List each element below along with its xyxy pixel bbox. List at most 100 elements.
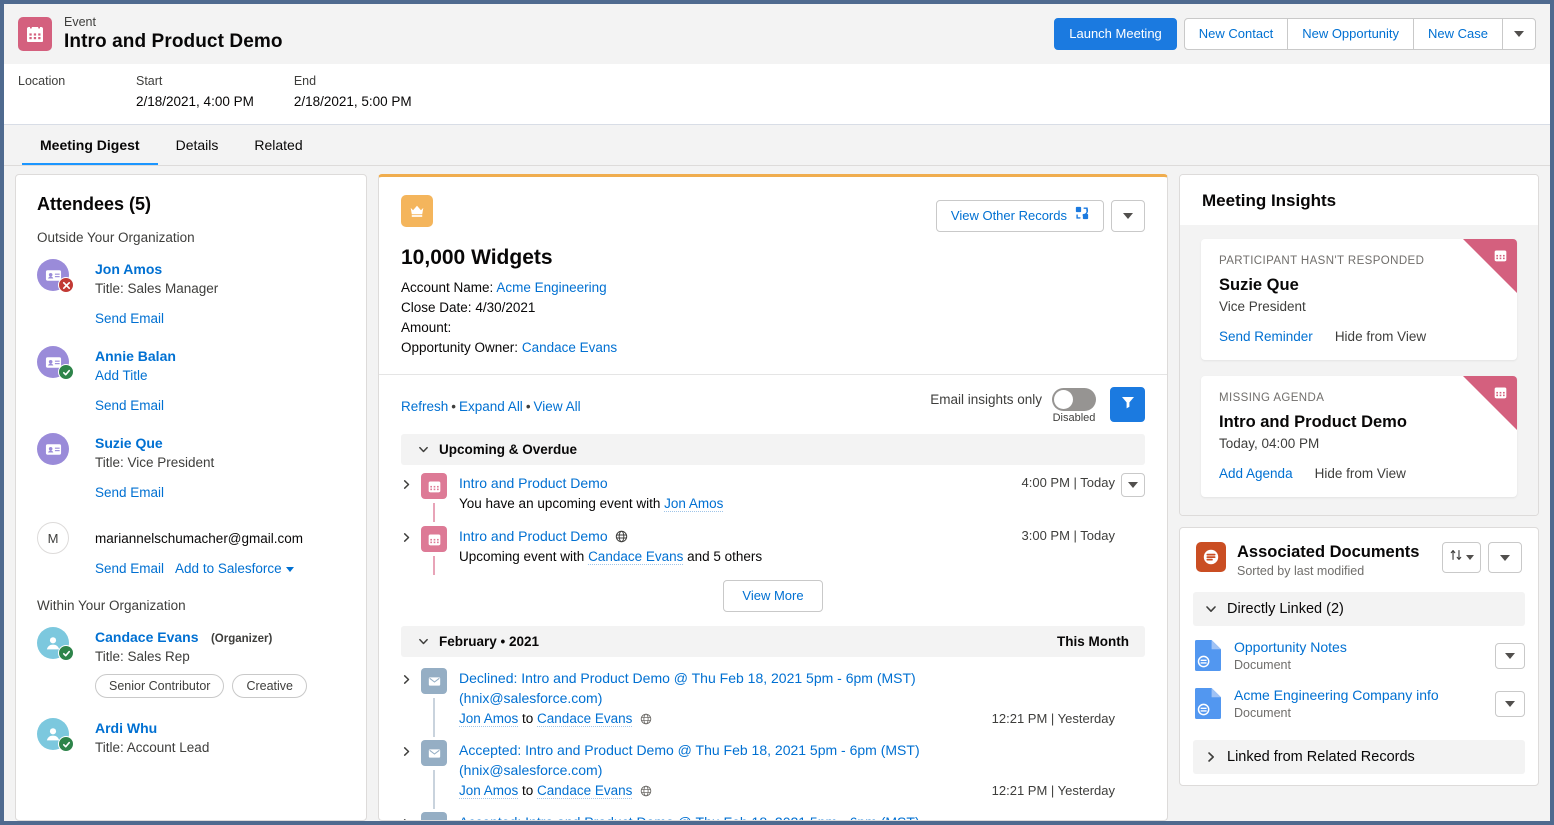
pill-senior-contributor[interactable]: Senior Contributor bbox=[95, 674, 224, 698]
insight-title: Suzie Que bbox=[1219, 273, 1499, 297]
meeting-insights-body: PARTICIPANT HASN'T RESPONDED Suzie Que V… bbox=[1180, 225, 1538, 515]
timeline-subtitle: You have an upcoming event with Jon Amos bbox=[459, 493, 1014, 514]
recipient-link[interactable]: Candace Evans bbox=[537, 711, 632, 727]
timeline-section-february[interactable]: February • 2021 This Month bbox=[401, 626, 1145, 657]
pill-creative[interactable]: Creative bbox=[232, 674, 307, 698]
opportunity-owner-link[interactable]: Candace Evans bbox=[522, 340, 617, 355]
timeline-timestamp: 3:00 PM | Today bbox=[1022, 526, 1115, 546]
attendees-title: Attendees (5) bbox=[37, 192, 345, 216]
view-more-row: View More bbox=[379, 567, 1167, 626]
expand-row-button[interactable] bbox=[401, 740, 421, 801]
timeline-timestamp: 4:00 PM | Today bbox=[1022, 473, 1115, 493]
attendee-row: Annie Balan Add Title Send Email bbox=[37, 338, 345, 415]
timeline-icon-column bbox=[421, 473, 459, 514]
related-person-link[interactable]: Candace Evans bbox=[588, 549, 683, 565]
send-reminder-link[interactable]: Send Reminder bbox=[1219, 329, 1313, 344]
view-more-button[interactable]: View More bbox=[723, 580, 822, 612]
activity-links: Refresh•Expand All•View All bbox=[401, 399, 930, 414]
field-label: Opportunity Owner: bbox=[401, 340, 518, 355]
hide-from-view-link[interactable]: Hide from View bbox=[1315, 466, 1406, 481]
timeline-row-menu-button[interactable] bbox=[1121, 473, 1145, 497]
documents-section-directly-linked[interactable]: Directly Linked (2) bbox=[1193, 592, 1525, 626]
field-label: End bbox=[294, 72, 412, 91]
record-switch-icon bbox=[1075, 201, 1089, 231]
toggle-switch[interactable] bbox=[1052, 388, 1096, 411]
new-opportunity-button[interactable]: New Opportunity bbox=[1287, 18, 1414, 50]
timeline-body: Intro and Product Demo Upcoming event w bbox=[459, 526, 1022, 567]
record-header: Event Intro and Product Demo Launch Meet… bbox=[4, 4, 1550, 125]
attendee-name[interactable]: Candace Evans bbox=[95, 628, 199, 646]
timeline-item: Accepted: Intro and Product Demo @ Thu F… bbox=[379, 729, 1167, 801]
recipient-link[interactable]: Candace Evans bbox=[537, 783, 632, 799]
related-person-link[interactable]: Jon Amos bbox=[664, 496, 723, 512]
tab-related[interactable]: Related bbox=[236, 125, 320, 165]
filter-button[interactable] bbox=[1110, 387, 1145, 422]
calendar-icon bbox=[421, 473, 447, 499]
tab-details[interactable]: Details bbox=[158, 125, 237, 165]
timeline-subtitle: Jon Amos to Candace Evans bbox=[459, 708, 984, 729]
field-label: Account Name: bbox=[401, 280, 493, 295]
send-email-link[interactable]: Send Email bbox=[95, 309, 164, 328]
account-name-link[interactable]: Acme Engineering bbox=[496, 280, 606, 295]
view-all-link[interactable]: View All bbox=[534, 399, 581, 414]
subtitle-connector: to bbox=[518, 711, 537, 726]
refresh-link[interactable]: Refresh bbox=[401, 399, 448, 414]
document-row-menu-button[interactable] bbox=[1495, 643, 1525, 669]
timeline-title-link[interactable]: Accepted: Intro and Product Demo @ Thu F… bbox=[459, 740, 984, 780]
toggle-knob bbox=[1054, 390, 1073, 409]
sort-button[interactable] bbox=[1442, 542, 1481, 573]
contact-card-icon bbox=[37, 433, 69, 465]
documents-menu-button[interactable] bbox=[1488, 542, 1522, 573]
attendee-name[interactable]: Ardi Whu bbox=[95, 719, 157, 737]
timeline-section-upcoming[interactable]: Upcoming & Overdue bbox=[401, 434, 1145, 465]
send-email-link[interactable]: Send Email bbox=[95, 559, 164, 578]
filter-icon bbox=[1120, 394, 1136, 415]
timeline-title-link[interactable]: Accepted: Intro and Product Demo @ Thu F… bbox=[459, 812, 984, 821]
expand-all-link[interactable]: Expand All bbox=[459, 399, 523, 414]
associated-documents-card: Associated Documents Sorted by last modi… bbox=[1179, 527, 1539, 786]
new-case-button[interactable]: New Case bbox=[1413, 18, 1503, 50]
insight-card: MISSING AGENDA Intro and Product Demo To… bbox=[1201, 376, 1517, 497]
view-other-records-label: View Other Records bbox=[951, 201, 1067, 231]
document-name-link[interactable]: Acme Engineering Company info bbox=[1234, 686, 1495, 705]
doc-file-icon bbox=[1194, 687, 1222, 721]
hide-from-view-link[interactable]: Hide from View bbox=[1335, 329, 1426, 344]
attendee-name[interactable]: Suzie Que bbox=[95, 434, 163, 452]
expand-row-button[interactable] bbox=[401, 668, 421, 729]
attendee-name[interactable]: Annie Balan bbox=[95, 347, 176, 365]
add-agenda-link[interactable]: Add Agenda bbox=[1219, 466, 1293, 481]
launch-meeting-button[interactable]: Launch Meeting bbox=[1054, 18, 1177, 50]
sender-link[interactable]: Jon Amos bbox=[459, 711, 518, 727]
header-more-actions-button[interactable] bbox=[1502, 18, 1536, 50]
timeline-meta: 12:21 PM | Yesterday bbox=[992, 781, 1145, 801]
document-name-link[interactable]: Opportunity Notes bbox=[1234, 638, 1495, 657]
attendee-name[interactable]: Jon Amos bbox=[95, 260, 162, 278]
timeline-title-link[interactable]: Intro and Product Demo bbox=[459, 526, 1014, 546]
expand-row-button[interactable] bbox=[401, 526, 421, 567]
opportunity-more-actions-button[interactable] bbox=[1111, 200, 1145, 232]
view-other-records-button[interactable]: View Other Records bbox=[936, 200, 1104, 232]
opportunity-fields: Account Name: Acme Engineering Close Dat… bbox=[401, 278, 1145, 358]
timeline-title-link[interactable]: Intro and Product Demo bbox=[459, 473, 1014, 493]
opportunity-field-account: Account Name: Acme Engineering bbox=[401, 278, 1145, 298]
add-to-salesforce-button[interactable]: Add to Salesforce bbox=[175, 559, 294, 578]
tab-meeting-digest[interactable]: Meeting Digest bbox=[22, 125, 158, 165]
send-email-link[interactable]: Send Email bbox=[95, 483, 164, 502]
timeline-title-link[interactable]: Declined: Intro and Product Demo @ Thu F… bbox=[459, 668, 984, 708]
sender-link[interactable]: Jon Amos bbox=[459, 783, 518, 799]
documents-icon bbox=[1196, 542, 1226, 572]
document-type: Document bbox=[1234, 705, 1495, 722]
document-row-menu-button[interactable] bbox=[1495, 691, 1525, 717]
send-email-link[interactable]: Send Email bbox=[95, 396, 164, 415]
attendees-group-outside-label: Outside Your Organization bbox=[37, 230, 345, 245]
add-title-link[interactable]: Add Title bbox=[95, 366, 148, 385]
email-insights-toggle[interactable]: Disabled bbox=[1052, 388, 1096, 424]
new-contact-button[interactable]: New Contact bbox=[1184, 18, 1288, 50]
subtitle-connector: to bbox=[518, 783, 537, 798]
record-tabs: Meeting Digest Details Related bbox=[4, 125, 1550, 166]
expand-row-button[interactable] bbox=[401, 473, 421, 514]
timeline-subtitle: Jon Amos to Candace Evans bbox=[459, 780, 984, 801]
calendar-icon bbox=[18, 17, 52, 51]
documents-section-related-records[interactable]: Linked from Related Records bbox=[1193, 740, 1525, 774]
expand-row-button[interactable] bbox=[401, 812, 421, 821]
